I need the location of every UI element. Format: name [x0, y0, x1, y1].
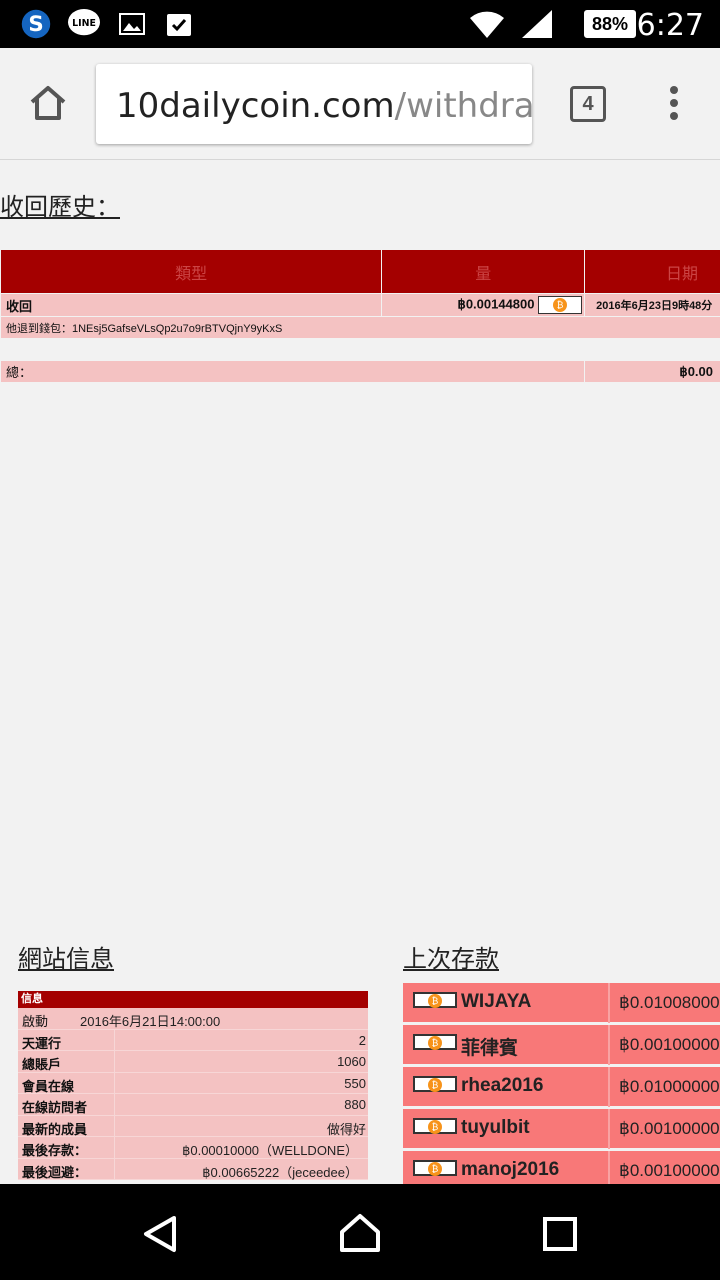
wallet-note: 他退到錢包：1NEsj5GafseVLsQp2u7o9rBTVQjnY9yKxS	[0, 316, 720, 339]
bitcoin-icon: ₿	[413, 1034, 457, 1050]
header-type: 類型	[0, 249, 383, 294]
wifi-icon	[470, 11, 504, 38]
line-app-icon: LINE	[68, 8, 100, 36]
tab-switcher-button[interactable]: 4	[570, 86, 606, 122]
bitcoin-icon: ₿	[413, 1118, 457, 1134]
url-path: /withdraw	[394, 86, 532, 126]
svg-text:S: S	[28, 12, 43, 37]
list-item[interactable]: ₿ rhea2016 ฿0.01000000	[403, 1067, 720, 1107]
bitcoin-icon: ₿	[538, 296, 583, 314]
gallery-icon	[119, 13, 145, 35]
site-info-box: 信息 啟動 2016年6月21日14:00:00 天運行 2 總賬戶 1060 會員…	[18, 991, 368, 1180]
battery-indicator: 88%	[584, 10, 636, 38]
list-item[interactable]: ₿ 菲律賓 ฿0.00100000	[403, 1025, 720, 1065]
row-date: 2016年6月23日9時48分	[584, 293, 720, 317]
table-row: 收回 ฿0.00144800 ₿ 2016年6月23日9時48分	[0, 293, 720, 317]
info-row-launch: 啟動 2016年6月21日14:00:00	[18, 1008, 368, 1030]
last-deposits-title: 上次存款	[403, 945, 499, 973]
list-item[interactable]: ₿ WIJAYA ฿0.01008000	[403, 983, 720, 1023]
total-row: 總： ฿0.00	[0, 360, 720, 383]
info-row: 最新的成員 做得好	[18, 1115, 368, 1137]
url-host: 10dailycoin.com	[116, 86, 395, 126]
info-row: 總賬戶 1060	[18, 1051, 368, 1073]
bitcoin-icon: ₿	[413, 1160, 457, 1176]
withdraw-history-title: 收回歷史：	[0, 193, 120, 221]
recents-icon[interactable]	[542, 1216, 578, 1252]
info-row: 最後存款： ฿0.00010000（WELLDONE）	[18, 1137, 368, 1159]
list-item[interactable]: ₿ tuyulbit ฿0.00100000	[403, 1109, 720, 1149]
clipboard-check-icon	[167, 14, 191, 36]
header-amount: 量	[381, 249, 586, 294]
home-nav-icon[interactable]	[338, 1212, 382, 1254]
total-label: 總：	[0, 360, 586, 383]
bitcoin-icon: ₿	[413, 1076, 457, 1092]
header-date: 日期	[584, 249, 720, 294]
total-value: ฿0.00	[584, 360, 720, 383]
info-row: 會員在線 550	[18, 1072, 368, 1094]
back-icon[interactable]	[140, 1214, 180, 1254]
info-head: 信息	[18, 991, 368, 1008]
page-content: 收回歷史： 類型 量 日期 收回 ฿0.00144800 ₿ 2016年6月23…	[0, 161, 720, 1184]
overflow-menu-icon[interactable]	[666, 86, 682, 126]
signal-icon	[522, 10, 552, 38]
site-info-title: 網站信息	[18, 945, 114, 973]
navigation-bar	[0, 1184, 720, 1280]
info-row: 天運行 2	[18, 1029, 368, 1051]
list-item[interactable]: ₿ manoj2016 ฿0.00100000	[403, 1151, 720, 1184]
svg-text:LINE: LINE	[72, 18, 96, 29]
row-type: 收回	[0, 293, 383, 317]
info-row: 最後迴避： ฿0.00665222（jeceedee）	[18, 1158, 368, 1180]
url-bar[interactable]: 10dailycoin.com/withdraw	[96, 64, 532, 144]
status-bar: S LINE 88% 6:27	[0, 0, 720, 48]
s-app-icon: S	[21, 9, 51, 39]
home-icon[interactable]	[28, 84, 68, 122]
row-amount: ฿0.00144800	[457, 296, 535, 312]
withdraw-history-table: 類型 量 日期 收回 ฿0.00144800 ₿ 2016年6月23日9時48分…	[0, 249, 720, 383]
info-row: 在線訪問者 880	[18, 1094, 368, 1116]
clock: 6:27	[636, 8, 704, 43]
browser-toolbar: 10dailycoin.com/withdraw 4	[0, 48, 720, 160]
bitcoin-icon: ₿	[413, 992, 457, 1008]
